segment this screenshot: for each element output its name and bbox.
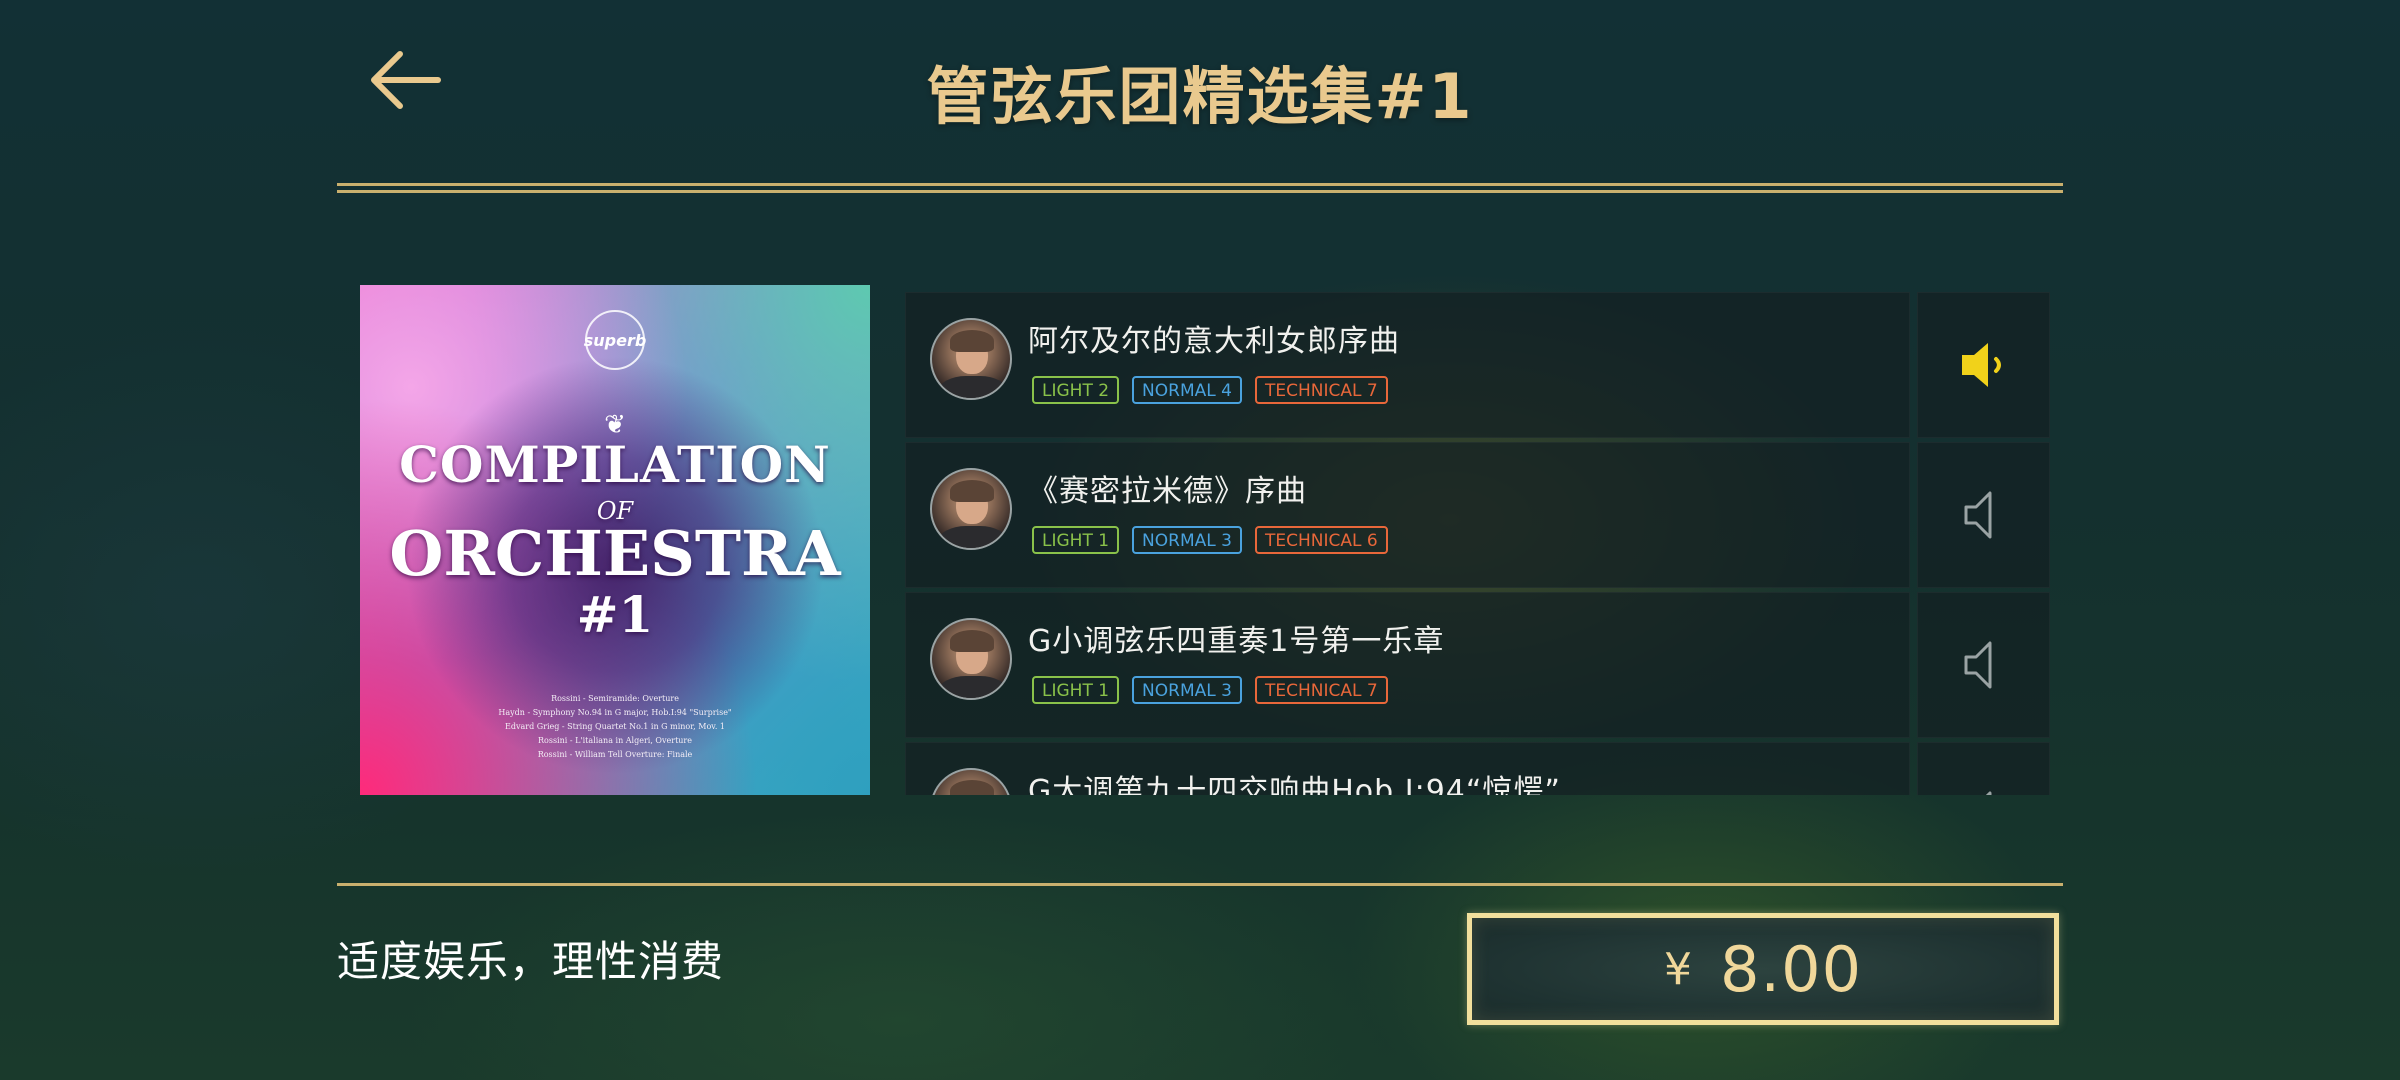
- track-item[interactable]: 阿尔及尔的意大利女郎序曲 LIGHT 2 NORMAL 4 TECHNICAL …: [905, 292, 1910, 438]
- preview-play-button[interactable]: [1917, 592, 2050, 738]
- tag-light: LIGHT 1: [1032, 676, 1120, 704]
- cover-track-line: Haydn - Symphony No.94 in G major, Hob.I…: [498, 708, 732, 717]
- track-row: G小调弦乐四重奏1号第一乐章 LIGHT 1 NORMAL 3 TECHNICA…: [905, 592, 2055, 738]
- track-title: G大调第九十四交响曲Hob.I:94“惊愕”: [1028, 774, 1561, 795]
- tag-normal: NORMAL 4: [1132, 376, 1242, 404]
- difficulty-tags: LIGHT 1 NORMAL 3 TECHNICAL 7: [1032, 676, 1388, 704]
- tag-technical: TECHNICAL 7: [1254, 376, 1388, 404]
- track-list[interactable]: 阿尔及尔的意大利女郎序曲 LIGHT 2 NORMAL 4 TECHNICAL …: [905, 292, 2055, 795]
- footer-divider: [337, 883, 2063, 886]
- page-title: 管弦乐团精选集#1: [926, 60, 1474, 133]
- track-row: 阿尔及尔的意大利女郎序曲 LIGHT 2 NORMAL 4 TECHNICAL …: [905, 292, 2055, 438]
- cover-track-list: Rossini - Semiramide: Overture Haydn - S…: [360, 692, 870, 762]
- cover-track-line: Edvard Grieg - String Quartet No.1 in G …: [505, 722, 725, 731]
- composer-avatar: [930, 768, 1012, 795]
- difficulty-tags: LIGHT 1 NORMAL 3 TECHNICAL 6: [1032, 526, 1388, 554]
- label-logo: superb: [584, 310, 646, 370]
- tag-normal: NORMAL 3: [1132, 526, 1242, 554]
- preview-play-button[interactable]: [1917, 442, 2050, 588]
- track-item[interactable]: G小调弦乐四重奏1号第一乐章 LIGHT 1 NORMAL 3 TECHNICA…: [905, 592, 1910, 738]
- buy-button[interactable]: ¥ 8.00: [1467, 913, 2059, 1025]
- difficulty-tags: LIGHT 2 NORMAL 4 TECHNICAL 7: [1032, 376, 1388, 404]
- header-divider: [337, 183, 2063, 193]
- cover-title-line1: COMPILATION: [399, 435, 831, 494]
- track-title: G小调弦乐四重奏1号第一乐章: [1028, 624, 1445, 659]
- track-row: 《赛密拉米德》序曲 LIGHT 1 NORMAL 3 TECHNICAL 6: [905, 442, 2055, 588]
- track-title: 阿尔及尔的意大利女郎序曲: [1028, 324, 1400, 359]
- cover-track-line: Rossini - Semiramide: Overture: [551, 694, 679, 703]
- speaker-playing-icon: [1961, 343, 2001, 387]
- slogan-text: 适度娱乐，理性消费: [337, 937, 725, 986]
- cover-title-line4: #1: [576, 585, 654, 644]
- cover-track-line: Rossini - L'italiana in Algeri, Overture: [538, 736, 692, 745]
- album-cover: superb ❦ COMPILATION OF ORCHESTRA #1 Ros…: [360, 285, 870, 795]
- track-item[interactable]: 《赛密拉米德》序曲 LIGHT 1 NORMAL 3 TECHNICAL 6: [905, 442, 1910, 588]
- speaker-icon: [1985, 791, 1991, 795]
- speaker-icon: [1964, 491, 1991, 539]
- price-amount: 8.00: [1719, 932, 1863, 1006]
- composer-avatar: [930, 618, 1012, 700]
- preview-play-button[interactable]: [1917, 742, 2050, 795]
- preview-play-button[interactable]: [1917, 292, 2050, 438]
- tag-normal: NORMAL 3: [1132, 676, 1242, 704]
- composer-avatar: [930, 468, 1012, 550]
- composer-avatar: [930, 318, 1012, 400]
- cover-title-line3: ORCHESTRA: [389, 517, 841, 590]
- tag-light: LIGHT 2: [1032, 376, 1120, 404]
- tag-technical: TECHNICAL 7: [1254, 676, 1388, 704]
- tag-light: LIGHT 1: [1032, 526, 1120, 554]
- tag-technical: TECHNICAL 6: [1254, 526, 1388, 554]
- cover-track-line: Rossini - William Tell Overture: Finale: [537, 750, 693, 759]
- currency-symbol: ¥: [1663, 943, 1692, 995]
- speaker-icon: [1964, 641, 1991, 689]
- track-item[interactable]: G大调第九十四交响曲Hob.I:94“惊愕”: [905, 742, 1910, 795]
- track-title: 《赛密拉米德》序曲: [1028, 474, 1307, 509]
- track-row: G大调第九十四交响曲Hob.I:94“惊愕”: [905, 742, 2055, 795]
